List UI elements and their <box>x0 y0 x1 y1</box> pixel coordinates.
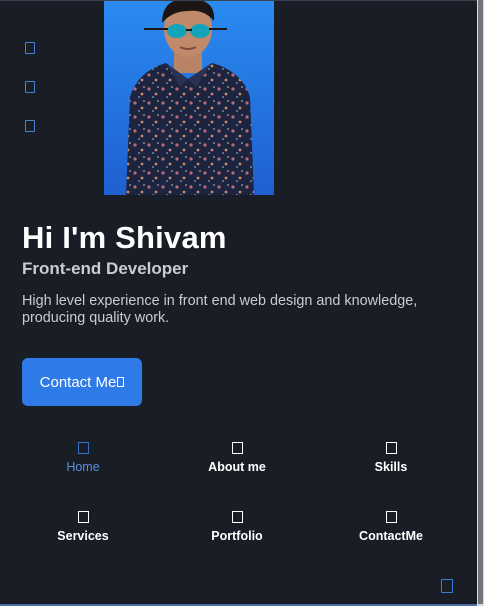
linkedin-icon <box>24 41 35 54</box>
user-icon <box>231 442 243 454</box>
hero-subtitle: Front-end Developer <box>22 259 189 278</box>
nav-item-skills[interactable]: Skills <box>321 442 461 474</box>
contact-me-label: Contact Me <box>39 373 117 391</box>
briefcase-icon <box>77 511 89 523</box>
contact-me-button[interactable]: Contact Me <box>22 358 142 406</box>
scrollbar[interactable] <box>477 0 484 606</box>
nav-label-about: About me <box>208 460 266 474</box>
nav-label-services: Services <box>57 529 109 543</box>
hero-description: High level experience in front end web d… <box>22 293 418 326</box>
nav-label-skills: Skills <box>374 460 408 474</box>
profile-photo <box>104 1 274 195</box>
nav-label-portfolio: Portfolio <box>211 529 263 543</box>
home-icon <box>77 442 89 454</box>
nav-item-services[interactable]: Services <box>13 511 153 543</box>
send-icon <box>117 377 125 387</box>
nav-label-home: Home <box>66 460 100 474</box>
dribbble-icon <box>24 80 35 93</box>
dribbble-link[interactable] <box>23 79 36 94</box>
linkedin-link[interactable] <box>23 40 36 55</box>
image-icon <box>231 511 243 523</box>
page: Hi I'm Shivam Front-end Developer High l… <box>0 0 484 606</box>
message-icon <box>385 511 397 523</box>
nav-item-portfolio[interactable]: Portfolio <box>167 511 307 543</box>
scroll-up-button[interactable] <box>441 579 453 593</box>
file-icon <box>385 442 397 454</box>
github-link[interactable] <box>23 118 36 133</box>
scrollbar-thumb[interactable] <box>478 0 483 604</box>
hero-title: Hi I'm Shivam <box>22 220 227 255</box>
nav-label-contact: ContactMe <box>359 529 423 543</box>
github-icon <box>24 119 35 132</box>
nav-item-home[interactable]: Home <box>13 442 153 474</box>
nav-item-contact[interactable]: ContactMe <box>321 511 461 543</box>
nav-item-about[interactable]: About me <box>167 442 307 474</box>
